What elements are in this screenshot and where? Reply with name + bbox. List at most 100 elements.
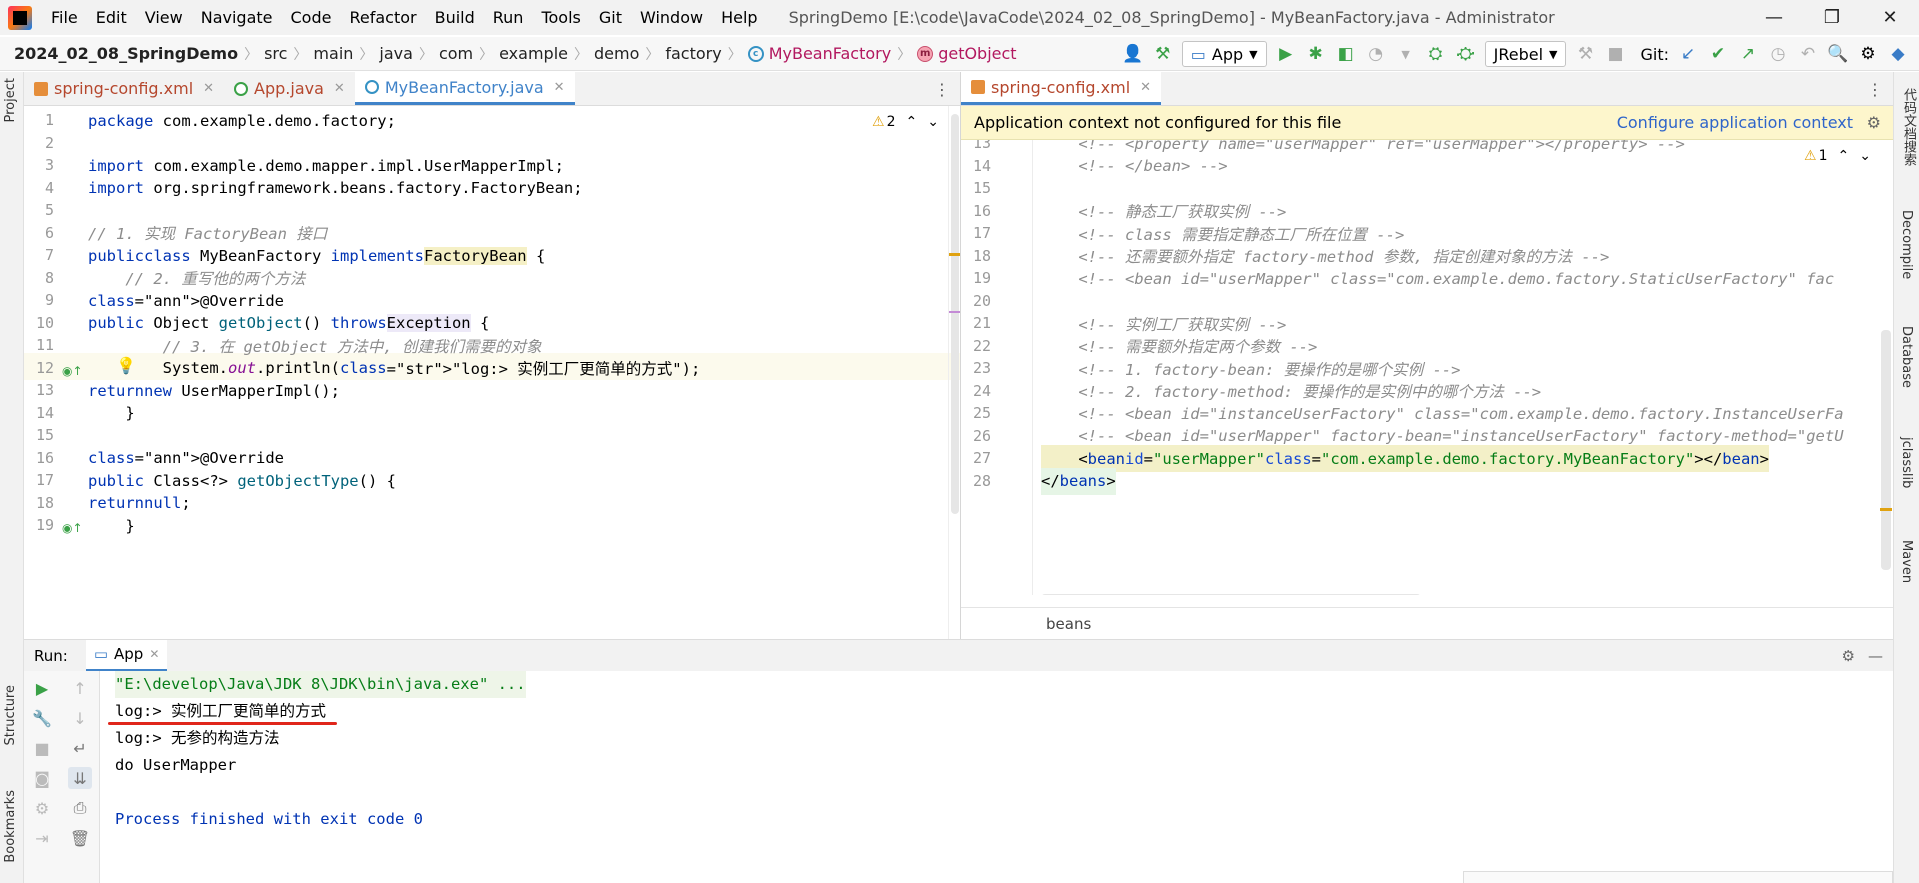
hide-panel-icon[interactable]: — [1868, 647, 1883, 665]
configure-context-link[interactable]: Configure application context [1617, 113, 1853, 132]
intellij-logo-icon[interactable] [8, 5, 32, 30]
tool-decompile[interactable]: Decompile [1899, 210, 1914, 279]
git-update-icon[interactable]: ↙ [1677, 43, 1699, 65]
crumb-com[interactable]: com [439, 44, 473, 63]
close-icon[interactable]: ✕ [334, 81, 345, 96]
chevron-up-icon[interactable]: ⌃ [905, 114, 917, 130]
lightbulb-icon[interactable]: 💡 [116, 356, 136, 375]
stop-icon[interactable]: ■ [1604, 43, 1626, 65]
more-vertical-icon[interactable]: ⋮ [1867, 80, 1883, 99]
menu-git[interactable]: Git [590, 8, 631, 27]
tab-mybeanfactory[interactable]: MyBeanFactory.java ✕ [354, 72, 575, 105]
chevron-up-icon[interactable]: ⌃ [1837, 148, 1849, 164]
horizontal-scroll-thumb[interactable] [1041, 594, 1421, 595]
plugin-icon[interactable]: ◆ [1887, 43, 1909, 65]
crumb-class[interactable]: MyBeanFactory [769, 44, 891, 63]
close-icon[interactable]: ✕ [149, 647, 159, 661]
gear-icon[interactable]: ⚙ [1867, 113, 1881, 132]
tab-spring-config-left[interactable]: spring-config.xml ✕ [24, 72, 224, 105]
menu-navigate[interactable]: Navigate [192, 8, 282, 27]
menu-code[interactable]: Code [282, 8, 341, 27]
rollback-icon[interactable]: ↶ [1797, 43, 1819, 65]
coverage-icon[interactable]: ◧ [1335, 43, 1357, 65]
close-icon[interactable]: ✕ [203, 81, 214, 96]
rerun-icon[interactable]: ▶ [30, 677, 54, 699]
settings-off-icon[interactable]: ⚙ [30, 797, 54, 819]
tab-spring-config-right[interactable]: spring-config.xml ✕ [961, 72, 1162, 105]
inspection-widget[interactable]: ⚠ 2 ⌃ ⌄ [872, 114, 939, 130]
close-window-icon[interactable]: ✕ [1861, 0, 1919, 35]
menu-edit[interactable]: Edit [87, 8, 136, 27]
editor-scrollbar[interactable] [948, 106, 960, 639]
warning-marker[interactable] [1880, 508, 1892, 511]
close-icon[interactable]: ✕ [554, 80, 565, 95]
debug-icon[interactable]: ✱ [1305, 43, 1327, 65]
menu-tools[interactable]: Tools [532, 8, 589, 27]
tool-project[interactable]: Project [3, 78, 18, 122]
crumb-method[interactable]: getObject [938, 44, 1016, 63]
crumb-main[interactable]: main [313, 44, 353, 63]
history-icon[interactable]: ◷ [1767, 43, 1789, 65]
more-vertical-icon[interactable]: ⋮ [934, 80, 950, 99]
run-config-select[interactable]: ▭ App ▼ [1181, 41, 1267, 67]
trash-icon[interactable]: 🗑 [68, 827, 92, 849]
menu-view[interactable]: View [136, 8, 192, 27]
crumb-example[interactable]: example [499, 44, 568, 63]
gear-icon[interactable]: ⚙ [1857, 43, 1879, 65]
crumb-factory[interactable]: factory [665, 44, 721, 63]
jrebel-debug-icon[interactable]: ⛮ [1455, 43, 1477, 65]
horizontal-scroll-thumb[interactable] [1463, 871, 1893, 883]
menu-refactor[interactable]: Refactor [340, 8, 425, 27]
camera-icon[interactable]: ◙ [30, 767, 54, 789]
crumb-project[interactable]: 2024_02_08_SpringDemo [14, 44, 238, 63]
user-icon[interactable]: 👤 [1122, 43, 1144, 65]
chevron-down-icon[interactable]: ⌄ [927, 114, 939, 130]
stop-icon[interactable]: ■ [30, 737, 54, 759]
search-icon[interactable]: 🔍 [1827, 43, 1849, 65]
hammer-grey-icon[interactable]: ⚒ [1574, 43, 1596, 65]
chevron-down-icon[interactable]: ⌄ [1859, 148, 1871, 164]
jrebel-select[interactable]: JRebel ▼ [1484, 41, 1567, 67]
info-marker[interactable] [949, 311, 960, 313]
build-hammer-icon[interactable]: ⚒ [1152, 43, 1174, 65]
override-gutter-icon[interactable]: ◉↑ [62, 521, 83, 535]
scroll-thumb[interactable] [951, 114, 959, 514]
close-icon[interactable]: ✕ [1140, 80, 1151, 95]
inspection-widget[interactable]: ⚠ 1 ⌃ ⌄ [1804, 148, 1871, 164]
menu-run[interactable]: Run [484, 8, 533, 27]
git-push-icon[interactable]: ↗ [1737, 43, 1759, 65]
menu-window[interactable]: Window [631, 8, 712, 27]
menu-build[interactable]: Build [426, 8, 484, 27]
footer-crumb[interactable]: beans [1046, 615, 1091, 633]
crumb-src[interactable]: src [264, 44, 287, 63]
xml-editor[interactable]: ⚠ 1 ⌃ ⌄ 13 <!-- <property name="userMapp… [961, 140, 1893, 595]
line-number[interactable]: 28 [961, 468, 991, 495]
arrow-up-icon[interactable]: ↑ [68, 677, 92, 699]
java-editor[interactable]: ⚠ 2 ⌃ ⌄ 1 package com.example.demo.factor… [24, 106, 960, 639]
tool-bookmarks[interactable]: Bookmarks [3, 790, 18, 863]
soft-wrap-icon[interactable]: ↵ [68, 737, 92, 759]
crumb-java[interactable]: java [379, 44, 413, 63]
menu-file[interactable]: File [42, 8, 87, 27]
gear-icon[interactable]: ⚙ [1842, 647, 1855, 665]
tool-structure[interactable]: Structure [3, 685, 18, 745]
run-tab-app[interactable]: ▭ App ✕ [85, 639, 168, 672]
line-number[interactable]: 19 [24, 512, 54, 539]
run-icon[interactable]: ▶ [1275, 43, 1297, 65]
console-output[interactable]: "E:\develop\Java\JDK 8\JDK\bin\java.exe"… [100, 671, 1893, 883]
scroll-to-end-icon[interactable]: ⇊ [68, 767, 92, 789]
arrow-down-icon[interactable]: ↓ [68, 707, 92, 729]
tool-jclasslib[interactable]: jclasslib [1899, 437, 1914, 488]
more-run-chevron-icon[interactable]: ▼ [1395, 43, 1417, 65]
exit-icon[interactable]: ⇥ [30, 827, 54, 849]
profile-icon[interactable]: ◔ [1365, 43, 1387, 65]
tool-doc-search[interactable]: 代码文档搜索 [1899, 88, 1918, 166]
warning-marker[interactable] [949, 253, 960, 256]
override-gutter-icon[interactable]: ◉↑ [62, 364, 83, 378]
tool-maven[interactable]: Maven [1899, 540, 1914, 583]
wrench-icon[interactable]: 🔧 [30, 707, 54, 729]
git-commit-icon[interactable]: ✔ [1707, 43, 1729, 65]
crumb-demo[interactable]: demo [594, 44, 639, 63]
tab-app-java[interactable]: App.java ✕ [224, 72, 355, 105]
minimize-icon[interactable]: — [1745, 0, 1803, 35]
